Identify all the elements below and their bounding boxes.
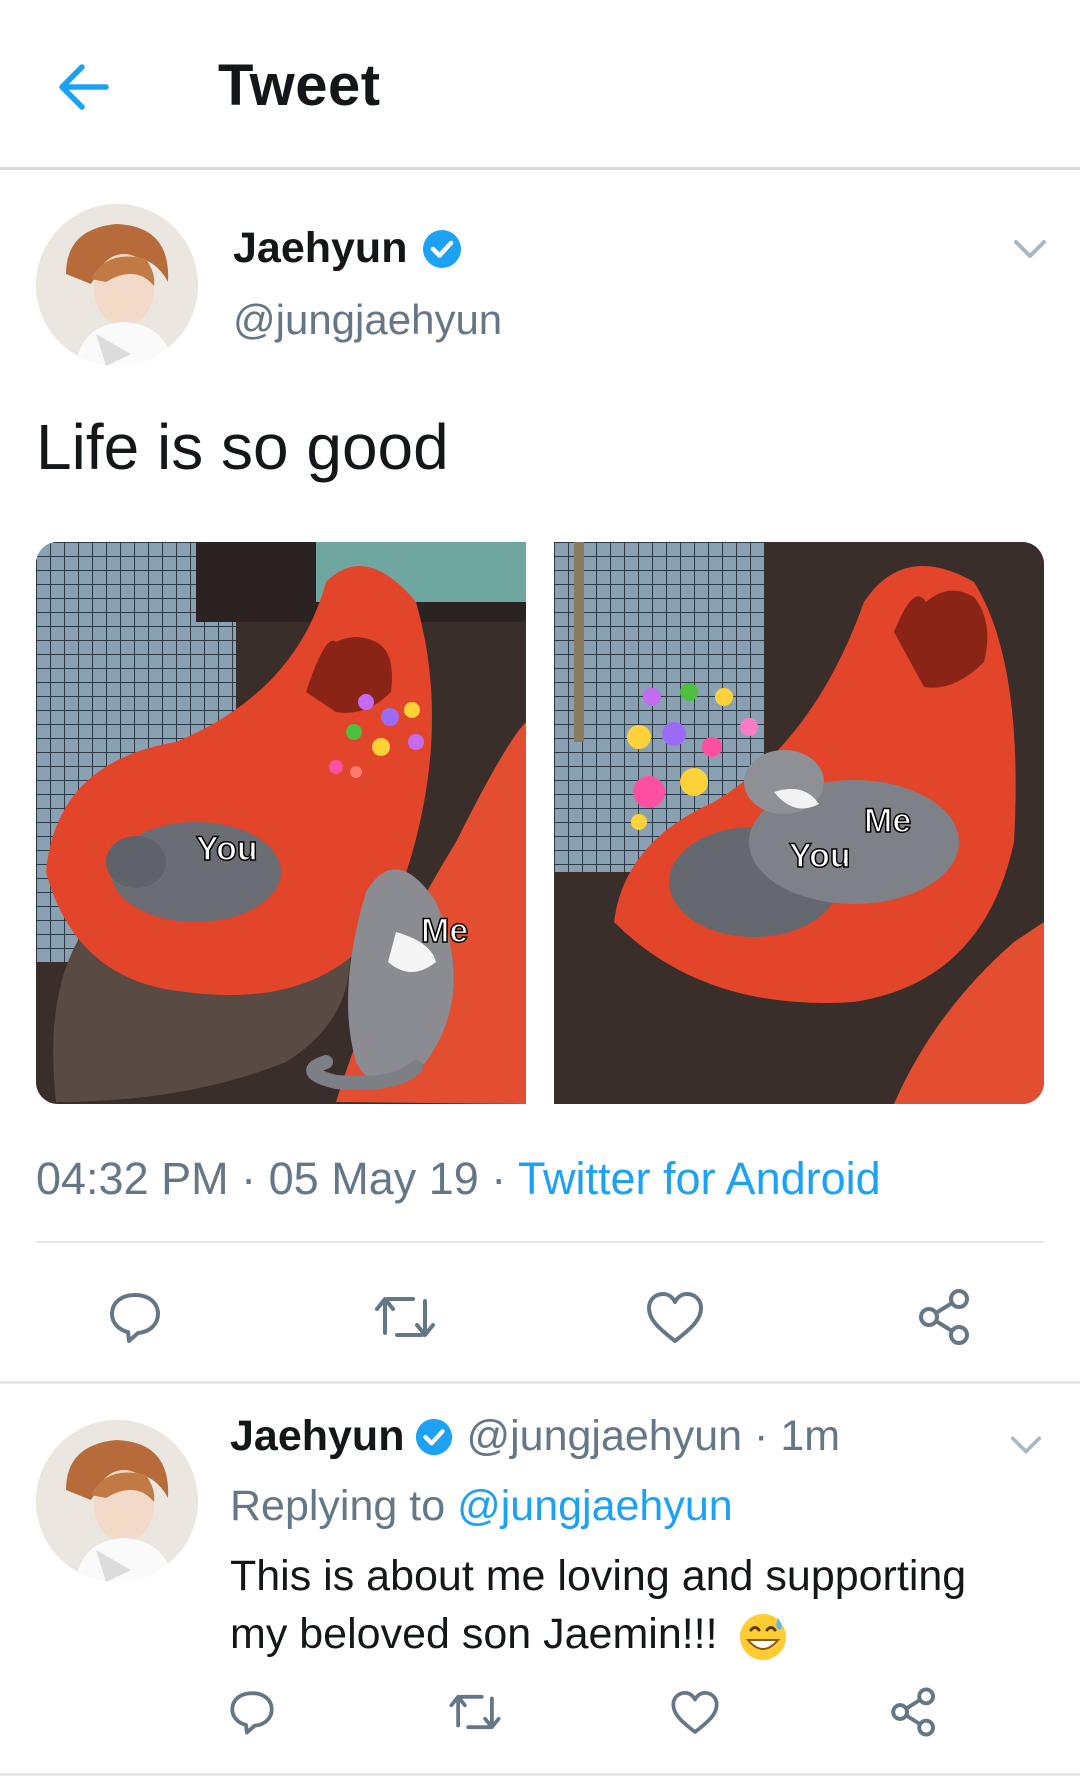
author-name-row[interactable]: Jaehyun <box>233 224 463 273</box>
like-button[interactable] <box>640 1282 710 1352</box>
reply-author-handle[interactable]: @jungjaehyun <box>466 1412 742 1461</box>
reply-author-avatar[interactable] <box>36 1420 198 1582</box>
tweet-text: Life is so good <box>36 411 449 483</box>
cat-meme-image: You Me <box>554 542 1044 1104</box>
back-button[interactable] <box>48 52 118 122</box>
like-icon <box>647 1292 703 1343</box>
meta-separator: · <box>491 1153 507 1204</box>
divider <box>0 1773 1080 1776</box>
reply-author-name[interactable]: Jaehyun <box>230 1412 404 1461</box>
chevron-down-icon[interactable] <box>1010 1434 1042 1456</box>
meta-separator: · <box>754 1412 769 1460</box>
reply-button[interactable] <box>220 1680 284 1744</box>
reply-icon <box>110 1293 160 1343</box>
author-name[interactable]: Jaehyun <box>233 224 407 273</box>
meta-separator: · <box>241 1153 257 1204</box>
share-button[interactable] <box>910 1282 980 1352</box>
like-icon <box>671 1690 719 1734</box>
tweet-image-1[interactable]: You Me <box>36 542 526 1104</box>
cat-meme-image: You Me <box>36 542 526 1104</box>
verified-badge-icon <box>416 1418 453 1455</box>
verified-badge-icon <box>423 229 462 268</box>
reply-text: This is about me loving and supporting m… <box>230 1547 1030 1663</box>
grinning-sweat-emoji <box>739 1613 786 1660</box>
like-button[interactable] <box>663 1680 727 1744</box>
divider <box>0 1381 1080 1384</box>
image-label-you: You <box>196 830 258 868</box>
tweet-date: 05 May 19 <box>268 1153 479 1204</box>
replying-to-mention[interactable]: @jungjaehyun <box>457 1482 733 1530</box>
retweet-icon <box>375 1297 435 1337</box>
retweet-icon <box>449 1694 501 1730</box>
tweet-source-link[interactable]: Twitter for Android <box>518 1153 881 1204</box>
page-title: Tweet <box>218 53 381 118</box>
share-icon <box>919 1289 969 1345</box>
avatar-portrait <box>36 204 198 366</box>
retweet-button[interactable] <box>443 1680 507 1744</box>
chevron-down-icon[interactable] <box>1013 238 1047 260</box>
image-label-me: Me <box>421 912 468 950</box>
reply-body: This is about me loving and supporting m… <box>230 1552 967 1658</box>
avatar-portrait <box>36 1420 198 1582</box>
share-icon <box>891 1687 936 1737</box>
reply-header: Jaehyun @jungjaehyun · 1m <box>230 1412 840 1461</box>
arrow-left-icon <box>59 64 109 110</box>
tweet-meta: 04:32 PM · 05 May 19 · Twitter for Andro… <box>36 1153 881 1205</box>
reply-button[interactable] <box>100 1282 170 1352</box>
share-button[interactable] <box>882 1680 946 1744</box>
replying-to-line: Replying to @jungjaehyun <box>230 1482 733 1531</box>
tweet-time: 04:32 PM <box>36 1153 229 1204</box>
author-avatar[interactable] <box>36 204 198 366</box>
author-handle[interactable]: @jungjaehyun <box>233 296 502 344</box>
image-label-you: You <box>789 837 851 875</box>
replying-to-label: Replying to <box>230 1482 446 1530</box>
tweet-image-2[interactable]: You Me <box>554 542 1044 1104</box>
reply-icon <box>230 1691 274 1735</box>
reply-age: 1m <box>780 1412 841 1460</box>
top-bar: Tweet <box>0 0 1080 170</box>
divider <box>36 1241 1044 1243</box>
image-label-me: Me <box>864 802 911 840</box>
retweet-button[interactable] <box>370 1282 440 1352</box>
